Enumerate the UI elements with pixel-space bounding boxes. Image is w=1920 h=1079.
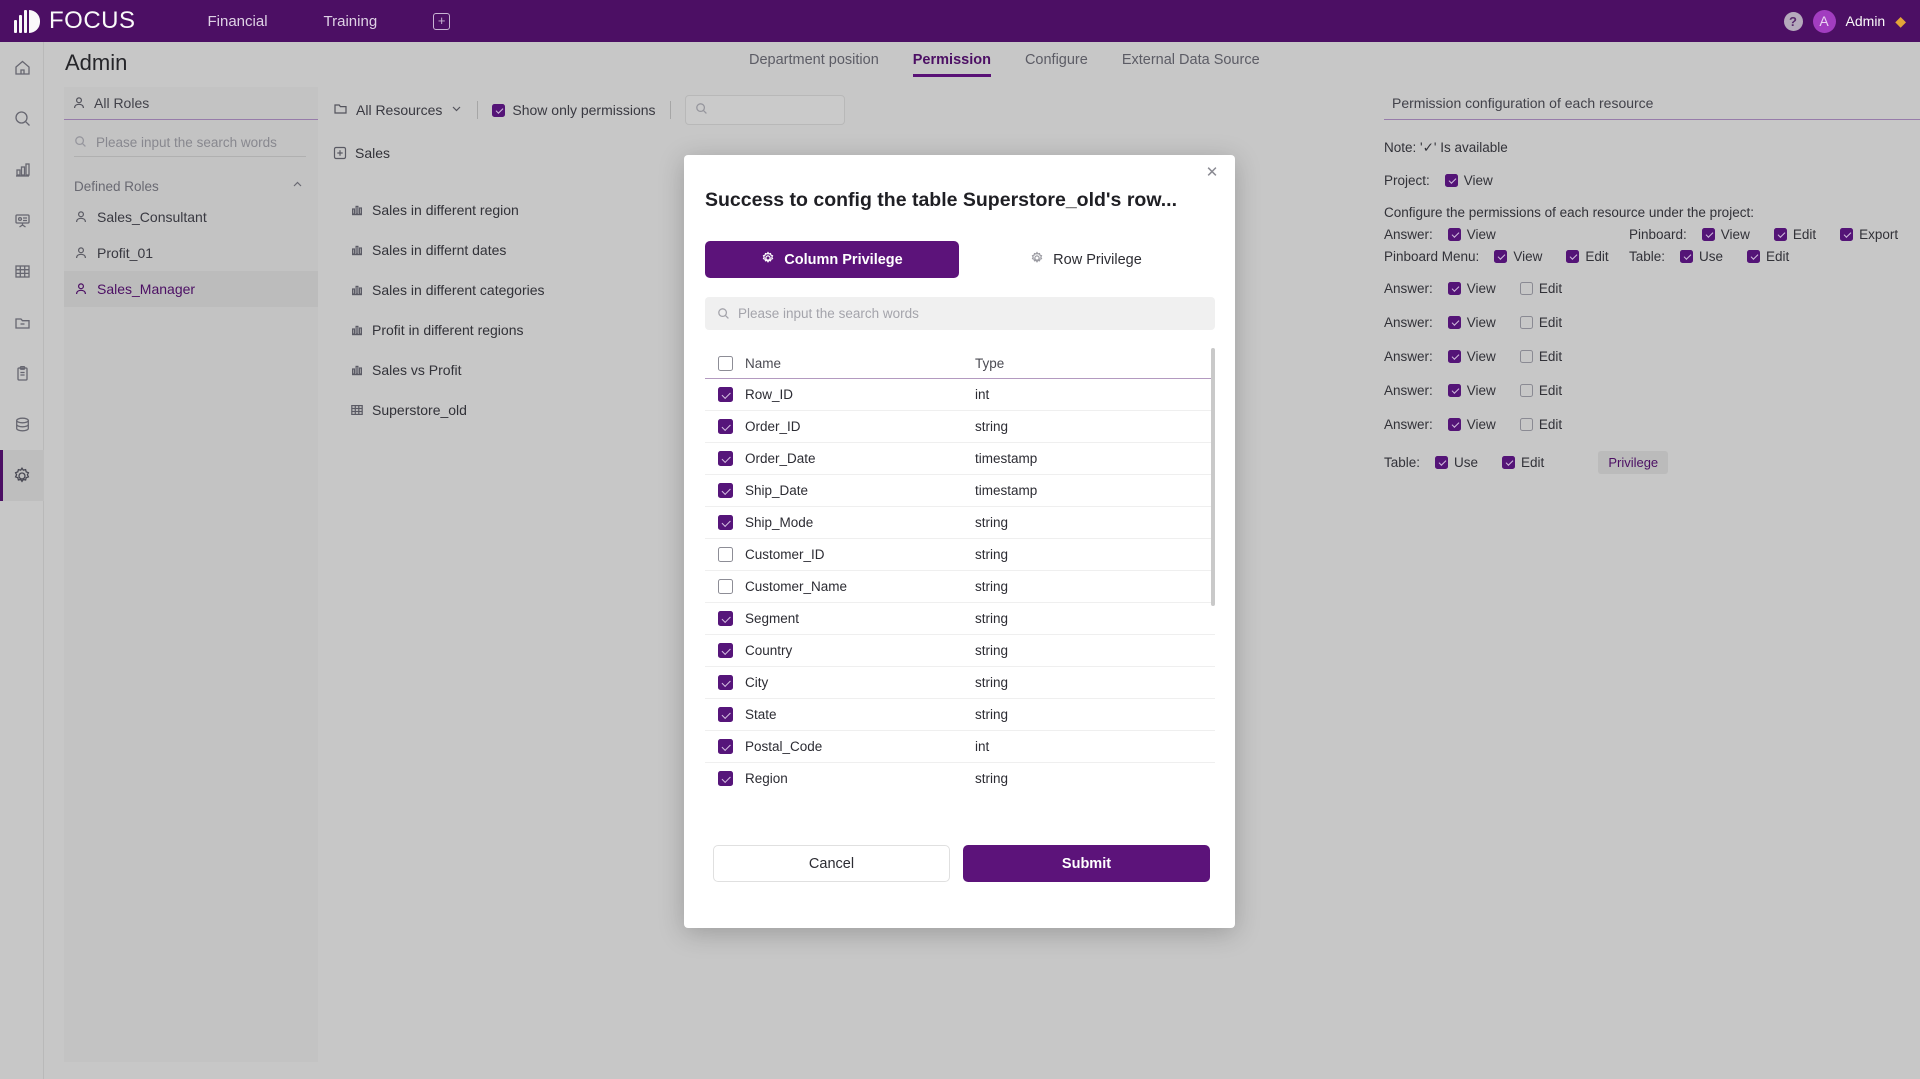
table-row[interactable]: Country string xyxy=(705,635,1215,667)
row-type: string xyxy=(975,579,1009,594)
checkbox-box xyxy=(717,579,733,594)
row-checkbox[interactable] xyxy=(705,451,745,466)
table-row[interactable]: Segment string xyxy=(705,603,1215,635)
row-name: Customer_ID xyxy=(745,547,825,562)
row-type: int xyxy=(975,739,990,754)
checkbox-box xyxy=(717,419,733,434)
checkbox-box xyxy=(717,387,733,402)
checkbox-box xyxy=(717,675,733,690)
tab-label: Column Privilege xyxy=(784,251,903,268)
checkbox-box xyxy=(717,483,733,498)
checkbox-box xyxy=(717,643,733,658)
table-row[interactable]: Customer_Name string xyxy=(705,571,1215,603)
checkbox-box xyxy=(717,739,733,754)
dialog-actions: Cancel Submit xyxy=(713,845,1210,882)
row-type: timestamp xyxy=(975,483,1038,498)
tab-row-privilege[interactable]: Row Privilege xyxy=(959,241,1213,278)
column-privilege-dialog: ✕ Success to config the table Superstore… xyxy=(684,155,1235,928)
select-all-checkbox[interactable] xyxy=(705,355,745,371)
row-name: Customer_Name xyxy=(745,579,848,594)
row-type: string xyxy=(975,771,1009,786)
dialog-tabs: Column Privilege Row Privilege xyxy=(705,241,1215,278)
row-checkbox[interactable] xyxy=(705,419,745,434)
row-name: Country xyxy=(745,643,793,658)
close-icon[interactable]: ✕ xyxy=(1202,163,1222,183)
checkbox-box xyxy=(717,515,733,530)
tab-label: Row Privilege xyxy=(1053,251,1142,268)
row-type: string xyxy=(975,419,1009,434)
table-scrollbar-thumb[interactable] xyxy=(1211,348,1215,606)
gear-icon xyxy=(761,251,775,269)
row-type: string xyxy=(975,547,1009,562)
dialog-search-input[interactable]: Please input the search words xyxy=(705,297,1215,330)
row-name: Postal_Code xyxy=(745,739,823,754)
row-type: string xyxy=(975,675,1009,690)
table-row[interactable]: Row_ID int xyxy=(705,379,1215,411)
row-checkbox[interactable] xyxy=(705,643,745,658)
row-name: Segment xyxy=(745,611,800,626)
table-header-row: Name Type xyxy=(705,348,1215,379)
table-row[interactable]: Postal_Code int xyxy=(705,731,1215,763)
search-icon xyxy=(718,308,729,319)
checkbox-box xyxy=(717,355,733,371)
row-checkbox[interactable] xyxy=(705,611,745,626)
table-row[interactable]: Customer_ID string xyxy=(705,539,1215,571)
table-row[interactable]: Order_Date timestamp xyxy=(705,443,1215,475)
table-row[interactable]: Ship_Date timestamp xyxy=(705,475,1215,507)
row-name: City xyxy=(745,675,769,690)
table-scrollbar[interactable] xyxy=(1211,348,1215,791)
row-name: Row_ID xyxy=(745,387,794,402)
table-row[interactable]: City string xyxy=(705,667,1215,699)
table-row[interactable]: Ship_Mode string xyxy=(705,507,1215,539)
cancel-button[interactable]: Cancel xyxy=(713,845,950,882)
tab-column-privilege[interactable]: Column Privilege xyxy=(705,241,959,278)
row-name: Order_ID xyxy=(745,419,801,434)
checkbox-box xyxy=(717,451,733,466)
row-type: int xyxy=(975,387,990,402)
column-privilege-table: Name Type Row_ID int Order_ID string Ord… xyxy=(705,348,1215,791)
row-checkbox[interactable] xyxy=(705,707,745,722)
table-row[interactable]: State string xyxy=(705,699,1215,731)
column-header-type: Type xyxy=(975,355,1005,371)
gear-icon xyxy=(1030,251,1044,269)
row-type: string xyxy=(975,611,1009,626)
row-checkbox[interactable] xyxy=(705,387,745,402)
row-checkbox[interactable] xyxy=(705,739,745,754)
row-name: Order_Date xyxy=(745,451,816,466)
row-name: Ship_Date xyxy=(745,483,809,498)
column-header-name: Name xyxy=(745,355,782,371)
row-checkbox[interactable] xyxy=(705,515,745,530)
row-checkbox[interactable] xyxy=(705,579,745,594)
checkbox-box xyxy=(717,771,733,786)
row-type: timestamp xyxy=(975,451,1038,466)
row-checkbox[interactable] xyxy=(705,675,745,690)
row-checkbox[interactable] xyxy=(705,547,745,562)
checkbox-box xyxy=(717,611,733,626)
table-row[interactable]: Region string xyxy=(705,763,1215,791)
dialog-title: Success to config the table Superstore_o… xyxy=(705,189,1178,211)
table-row[interactable]: Order_ID string xyxy=(705,411,1215,443)
dialog-search-placeholder: Please input the search words xyxy=(738,306,919,321)
row-name: Ship_Mode xyxy=(745,515,814,530)
row-checkbox[interactable] xyxy=(705,483,745,498)
checkbox-box xyxy=(717,547,733,562)
row-type: string xyxy=(975,707,1009,722)
checkbox-box xyxy=(717,707,733,722)
submit-button[interactable]: Submit xyxy=(963,845,1210,882)
row-name: State xyxy=(745,707,777,722)
row-type: string xyxy=(975,515,1009,530)
row-checkbox[interactable] xyxy=(705,771,745,786)
row-name: Region xyxy=(745,771,788,786)
row-type: string xyxy=(975,643,1009,658)
